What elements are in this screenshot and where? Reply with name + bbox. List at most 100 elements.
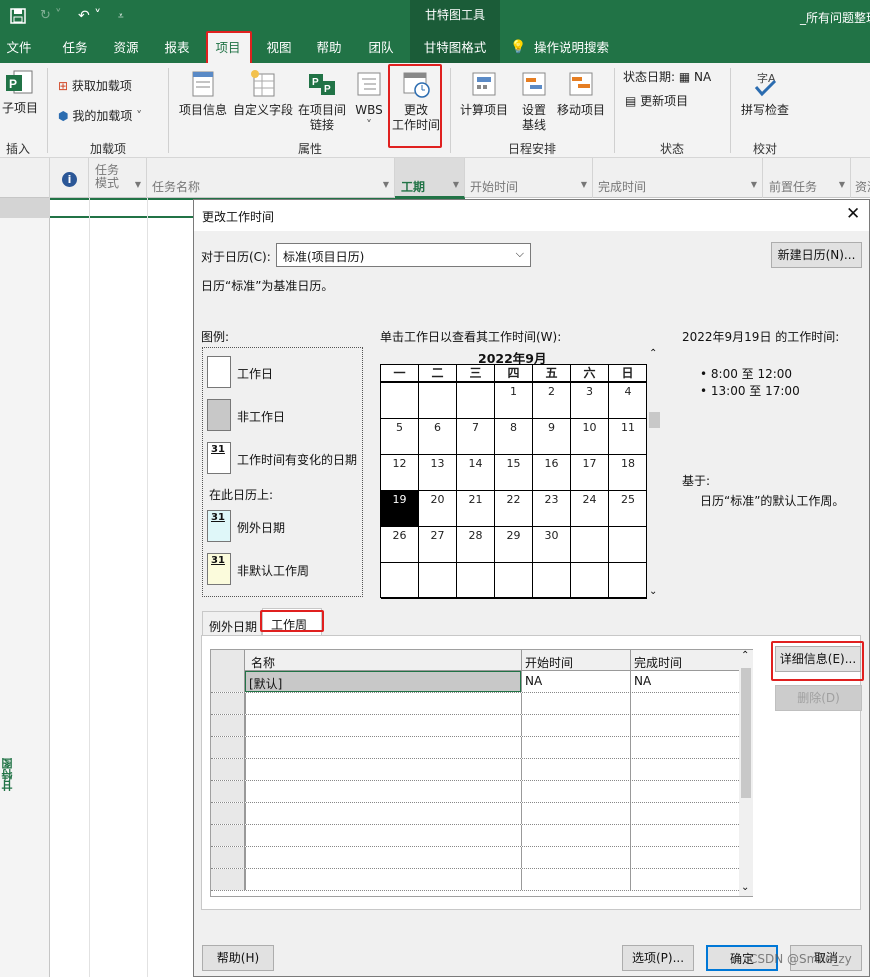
tab-task[interactable]: 任务 [55, 33, 95, 63]
calculate-project-button[interactable]: 计算项目 [458, 69, 510, 118]
table-row[interactable] [211, 759, 739, 781]
calendar-day[interactable]: 27 [419, 527, 457, 563]
status-date-button[interactable]: 状态日期: ▦ NA [623, 70, 711, 85]
filter-dropdown-icon[interactable]: ▼ [383, 180, 389, 189]
close-icon[interactable]: ✕ [846, 204, 860, 224]
calendar-day[interactable]: 13 [419, 455, 457, 491]
help-button[interactable]: 帮助(H) [202, 945, 274, 971]
table-row[interactable]: [默认] NA NA [211, 671, 739, 693]
tab-file[interactable]: 文件 [0, 33, 38, 63]
calendar-day[interactable] [571, 527, 609, 563]
table-cell[interactable] [245, 803, 521, 824]
table-cell[interactable] [630, 737, 739, 758]
undo-icon[interactable]: ↶ ˅ [78, 8, 101, 24]
table-cell[interactable]: NA [630, 671, 739, 692]
links-between-projects-button[interactable]: PP 在项目间 链接 [296, 69, 348, 133]
calendar-day[interactable]: 24 [571, 491, 609, 527]
calendar-day[interactable]: 20 [419, 491, 457, 527]
table-cell[interactable] [521, 715, 630, 736]
table-row[interactable] [211, 737, 739, 759]
calendar-day[interactable]: 1 [495, 383, 533, 419]
table-row[interactable] [211, 693, 739, 715]
calendar-day[interactable]: 23 [533, 491, 571, 527]
table-cell[interactable] [521, 825, 630, 846]
calendar-day[interactable]: 29 [495, 527, 533, 563]
table-cell[interactable] [521, 759, 630, 780]
calendar-day[interactable] [419, 563, 457, 599]
filter-dropdown-icon[interactable]: ▼ [751, 180, 757, 189]
calendar-day[interactable]: 5 [381, 419, 419, 455]
table-cell[interactable] [630, 803, 739, 824]
tab-help[interactable]: 帮助 [310, 33, 348, 63]
table-row[interactable] [211, 715, 739, 737]
calendar-day[interactable] [609, 527, 647, 563]
chevron-down-icon[interactable]: ⌄ [649, 586, 657, 597]
select-all-corner[interactable] [0, 158, 50, 198]
calendar-day[interactable]: 7 [457, 419, 495, 455]
calendar-day[interactable] [457, 563, 495, 599]
wbs-button[interactable]: WBS ˅ [350, 69, 388, 133]
calendar-day[interactable]: 18 [609, 455, 647, 491]
table-cell[interactable] [245, 847, 521, 868]
table-cell[interactable] [630, 869, 739, 890]
table-cell[interactable] [521, 803, 630, 824]
table-row[interactable] [211, 781, 739, 803]
update-project-button[interactable]: ▤ 更新项目 [625, 94, 688, 109]
calendar-day[interactable] [609, 563, 647, 599]
project-info-button[interactable]: 项目信息 [176, 69, 230, 118]
table-cell[interactable] [630, 759, 739, 780]
tab-gantt-format[interactable]: 甘特图格式 [410, 33, 500, 63]
scroll-thumb[interactable] [741, 668, 751, 798]
table-cell[interactable] [630, 825, 739, 846]
calendar-day[interactable] [457, 383, 495, 419]
calendar-day[interactable] [495, 563, 533, 599]
my-addins-button[interactable]: ⬢ 我的加载项 ˅ [58, 109, 142, 124]
table-row[interactable] [211, 847, 739, 869]
get-addins-button[interactable]: ⊞ 获取加载项 [58, 79, 132, 94]
calendar-day[interactable]: 6 [419, 419, 457, 455]
calendar-day[interactable]: 8 [495, 419, 533, 455]
table-cell[interactable] [630, 781, 739, 802]
table-cell[interactable]: NA [521, 671, 630, 692]
table-cell[interactable] [245, 715, 521, 736]
table-row[interactable] [211, 825, 739, 847]
set-baseline-button[interactable]: 设置 基线 [512, 69, 556, 133]
tab-report[interactable]: 报表 [157, 33, 197, 63]
new-calendar-button[interactable]: 新建日历(N)... [771, 242, 862, 268]
calendar-day[interactable]: 28 [457, 527, 495, 563]
table-cell[interactable] [630, 693, 739, 714]
tab-exceptions[interactable]: 例外日期 [202, 611, 262, 635]
column-duration[interactable]: 工期 ▼ [395, 158, 465, 198]
tab-view[interactable]: 视图 [260, 33, 298, 63]
table-cell[interactable] [630, 847, 739, 868]
calendar-day[interactable]: 25 [609, 491, 647, 527]
redo-icon[interactable]: ↻ ˅ [40, 8, 62, 23]
column-finish[interactable]: 完成时间 ▼ [593, 158, 763, 198]
table-cell[interactable] [630, 715, 739, 736]
calendar-day[interactable] [381, 383, 419, 419]
column-resources[interactable]: 资源 [851, 158, 870, 198]
customize-quick-access-icon[interactable]: ⩡ [118, 11, 124, 22]
subproject-button[interactable]: P 子项目 [0, 69, 40, 116]
filter-dropdown-icon[interactable]: ▼ [581, 180, 587, 189]
delete-button[interactable]: 删除(D) [775, 685, 862, 711]
calendar-day[interactable]: 15 [495, 455, 533, 491]
table-cell[interactable] [245, 759, 521, 780]
calendar-day[interactable]: 9 [533, 419, 571, 455]
table-cell[interactable] [521, 693, 630, 714]
table-cell[interactable] [245, 869, 521, 890]
month-calendar[interactable]: 一二三四五六日 1 2 3 4 5 6 7 8 9 10 11 12 13 14 15 16 17 18 19 20 21… [380, 364, 647, 599]
tab-team[interactable]: 团队 [362, 33, 400, 63]
column-task-name[interactable]: 任务名称 ▼ [147, 158, 395, 198]
custom-fields-button[interactable]: 自定义字段 [232, 69, 294, 118]
chevron-up-icon[interactable]: ⌃ [649, 348, 657, 359]
tab-resource[interactable]: 资源 [106, 33, 146, 63]
calendar-day[interactable]: 10 [571, 419, 609, 455]
table-row[interactable] [211, 869, 739, 891]
table-row[interactable] [211, 803, 739, 825]
table-cell[interactable] [521, 847, 630, 868]
table-cell[interactable] [245, 693, 521, 714]
work-weeks-table[interactable]: 名称 开始时间 完成时间 [默认] NA NA ⌃ ⌄ [210, 649, 753, 897]
calendar-day[interactable]: 16 [533, 455, 571, 491]
calendar-day[interactable]: 22 [495, 491, 533, 527]
